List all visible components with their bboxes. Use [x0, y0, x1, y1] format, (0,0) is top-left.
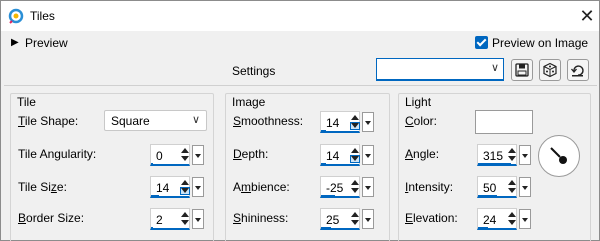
- angle-stepper[interactable]: 315: [477, 144, 531, 166]
- light-direction-dial-icon: [550, 147, 567, 164]
- intensity-stepper[interactable]: 50: [477, 176, 531, 198]
- depth-value: 14: [326, 149, 340, 163]
- tile-angularity-value: 0: [156, 149, 163, 163]
- value-level-bar: [151, 227, 153, 230]
- elevation-value: 24: [483, 213, 497, 227]
- save-preset-button[interactable]: [511, 59, 533, 81]
- randomize-icon: [543, 62, 557, 78]
- tile-size-stepper[interactable]: 14: [150, 176, 204, 198]
- light-group-title: Light: [405, 95, 432, 109]
- value-level-bar: [151, 163, 153, 166]
- preview-on-image-label[interactable]: Preview on Image: [492, 36, 588, 50]
- close-icon[interactable]: ✕: [576, 4, 598, 28]
- intensity-value: 50: [483, 181, 497, 195]
- randomize-button[interactable]: [539, 59, 561, 81]
- border-size-slider-button[interactable]: [192, 209, 204, 229]
- angle-value: 315: [483, 149, 504, 163]
- image-group-title: Image: [232, 95, 266, 109]
- ambience-slider-button[interactable]: [362, 177, 374, 197]
- smoothness-slider-button[interactable]: [362, 112, 374, 132]
- value-level-bar: [321, 130, 326, 133]
- value-level-bar: [478, 195, 497, 198]
- preset-dropdown[interactable]: ∨: [376, 58, 504, 81]
- settings-row: Settings ∨: [1, 57, 599, 85]
- expand-arrow-icon[interactable]: ▶: [11, 37, 19, 48]
- value-level-bar: [321, 163, 326, 166]
- border-size-value: 2: [156, 213, 163, 227]
- shininess-value: 25: [326, 213, 340, 227]
- reset-button[interactable]: [567, 59, 589, 81]
- tile-shape-label: Tile Shape:: [18, 114, 79, 128]
- separator: [4, 85, 597, 86]
- depth-label: Depth:: [233, 147, 269, 161]
- tiles-dialog: Tiles ✕ ▶ Preview Preview on Image Setti…: [0, 0, 600, 241]
- tile-angularity-slider-button[interactable]: [192, 145, 204, 165]
- window-title: Tiles: [30, 9, 55, 23]
- angle-label: Angle:: [405, 147, 440, 161]
- app-icon: [8, 8, 24, 24]
- smoothness-stepper[interactable]: 14: [320, 111, 374, 133]
- intensity-slider-button[interactable]: [519, 177, 531, 197]
- light-direction-dial[interactable]: [538, 135, 580, 177]
- chevron-down-icon: ∨: [191, 114, 200, 126]
- value-level-bar: [321, 195, 335, 198]
- tile-shape-dropdown[interactable]: Square ∨: [104, 110, 207, 131]
- chevron-down-icon: ∨: [490, 62, 499, 74]
- smoothness-label: Smoothness:: [233, 114, 304, 128]
- intensity-label: Intensity:: [405, 180, 454, 194]
- angle-slider-button[interactable]: [519, 145, 531, 165]
- shininess-slider-button[interactable]: [362, 209, 374, 229]
- ambience-label: Ambience:: [233, 180, 290, 194]
- ambience-stepper[interactable]: -25: [320, 176, 374, 198]
- value-level-bar: [321, 227, 331, 230]
- smoothness-value: 14: [326, 116, 340, 130]
- settings-label: Settings: [232, 64, 276, 78]
- depth-stepper[interactable]: 14: [320, 144, 374, 166]
- preview-row: ▶ Preview Preview on Image: [1, 31, 599, 55]
- value-level-bar: [478, 227, 488, 230]
- ambience-value: -25: [326, 181, 344, 195]
- elevation-stepper[interactable]: 24: [477, 208, 531, 230]
- tile-size-slider-button[interactable]: [192, 177, 204, 197]
- depth-slider-button[interactable]: [362, 145, 374, 165]
- elevation-label: Elevation:: [405, 211, 458, 225]
- border-size-label: Border Size:: [18, 211, 85, 225]
- preview-on-image-checkbox[interactable]: [475, 36, 488, 49]
- shininess-stepper[interactable]: 25: [320, 208, 374, 230]
- tile-group-title: Tile: [17, 95, 36, 109]
- tile-angularity-label: Tile Angularity:: [18, 147, 97, 161]
- light-color-swatch[interactable]: [475, 110, 533, 134]
- border-size-stepper[interactable]: 2: [150, 208, 204, 230]
- elevation-slider-button[interactable]: [519, 209, 531, 229]
- title-bar: Tiles ✕: [1, 1, 599, 31]
- save-preset-icon: [515, 63, 529, 77]
- tile-size-value: 14: [156, 181, 170, 195]
- tile-shape-value: Square: [111, 114, 150, 128]
- color-label: Color:: [405, 114, 438, 128]
- shininess-label: Shininess:: [233, 211, 289, 225]
- tile-size-label: Tile Size:: [18, 180, 67, 194]
- reset-icon: [571, 65, 584, 77]
- value-level-bar: [478, 163, 511, 166]
- value-level-bar: [151, 195, 159, 198]
- tile-angularity-stepper[interactable]: 0: [150, 144, 204, 166]
- preview-toggle[interactable]: Preview: [25, 36, 68, 50]
